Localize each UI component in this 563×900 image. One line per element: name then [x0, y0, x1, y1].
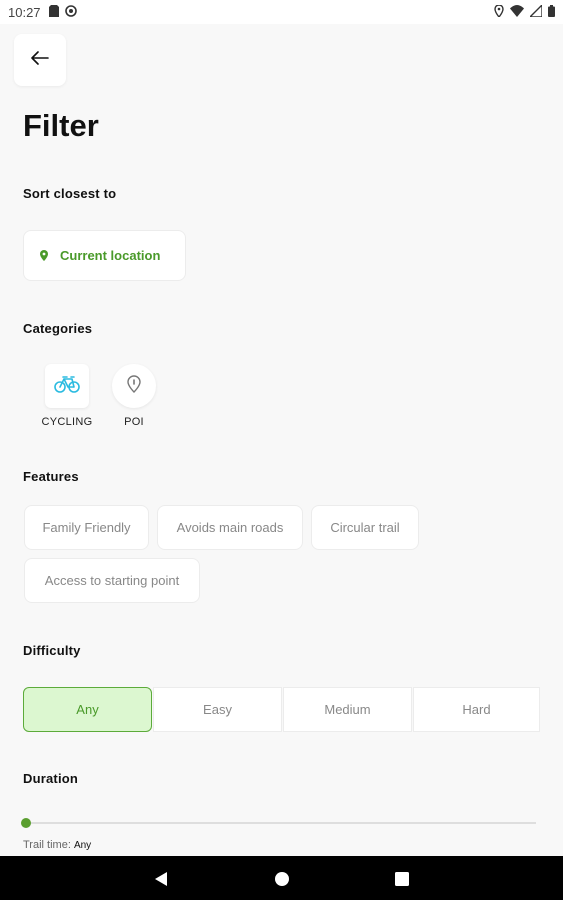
at-icon	[64, 4, 77, 20]
poi-icon-box	[112, 364, 156, 408]
back-triangle-icon[interactable]	[150, 868, 172, 890]
location-icon	[494, 3, 504, 20]
page-title: Filter	[23, 108, 99, 143]
features-section-label: Features	[23, 469, 79, 484]
map-pin-icon	[40, 250, 48, 261]
current-location-label: Current location	[60, 248, 161, 263]
difficulty-option-hard[interactable]: Hard	[413, 687, 540, 732]
duration-slider-thumb[interactable]	[21, 818, 31, 828]
duration-slider[interactable]	[21, 818, 536, 828]
signal-icon	[528, 2, 543, 20]
status-time: 10:27	[8, 4, 41, 20]
back-button[interactable]	[14, 34, 66, 86]
bicycle-icon	[54, 375, 80, 398]
category-label-cycling: CYCLING	[41, 416, 93, 428]
battery-icon	[548, 4, 555, 20]
trail-time-text: Trail time: Any	[23, 839, 91, 851]
difficulty-option-any[interactable]: Any	[23, 687, 152, 732]
feature-chip-avoids-main-roads[interactable]: Avoids main roads	[157, 505, 303, 550]
category-cycling[interactable]: CYCLING	[37, 364, 97, 428]
wifi-icon	[510, 4, 524, 20]
home-circle-icon[interactable]	[271, 868, 293, 890]
feature-chip-family-friendly[interactable]: Family Friendly	[24, 505, 149, 550]
feature-chip-access-starting-point[interactable]: Access to starting point	[24, 558, 200, 603]
cycling-icon-box	[45, 364, 89, 408]
recents-square-icon[interactable]	[391, 868, 413, 890]
difficulty-option-easy[interactable]: Easy	[153, 687, 282, 732]
duration-section-label: Duration	[23, 771, 79, 786]
sd-card-icon	[48, 4, 59, 20]
sort-section-label: Sort closest to	[23, 186, 117, 201]
difficulty-section-label: Difficulty	[23, 643, 81, 658]
difficulty-option-medium[interactable]: Medium	[283, 687, 412, 732]
arrow-left-icon	[31, 50, 49, 70]
system-nav-bar	[0, 856, 563, 900]
trail-time-label: Trail time:	[23, 839, 71, 851]
current-location-button[interactable]: Current location	[23, 230, 186, 281]
category-label-poi: POI	[124, 416, 144, 428]
trail-time-value: Any	[73, 840, 92, 851]
poi-pin-icon	[127, 374, 141, 398]
status-bar: 10:27	[0, 0, 563, 24]
category-poi[interactable]: POI	[104, 364, 164, 428]
feature-chip-circular-trail[interactable]: Circular trail	[311, 505, 419, 550]
categories-section-label: Categories	[23, 321, 93, 336]
